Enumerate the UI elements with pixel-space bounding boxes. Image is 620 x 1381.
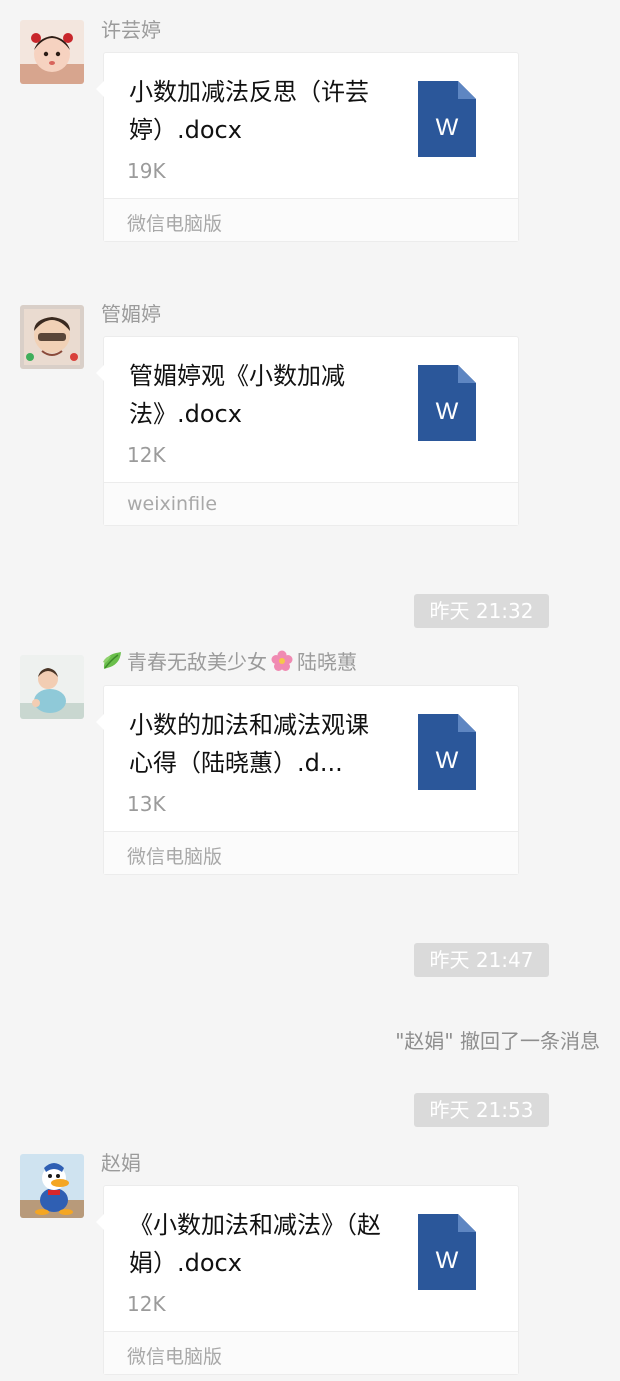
sender-name: 青春无敌美少女 陆晓蕙	[101, 646, 357, 677]
file-size: 12K	[127, 1292, 166, 1316]
recall-notice: "赵娟" 撤回了一条消息	[395, 1029, 600, 1053]
word-doc-icon: W	[418, 1214, 476, 1290]
svg-text:W: W	[436, 114, 459, 141]
flower-emoji-icon	[271, 650, 293, 677]
file-source-label: 微信电脑版	[127, 846, 223, 868]
file-name: 管媚婷观《小数加减法》.docx	[129, 362, 345, 428]
card-footer: weixinfile	[104, 483, 518, 525]
file-name: 小数加减法反思（许芸婷）.docx	[129, 78, 369, 144]
card-footer: 微信电脑版	[104, 1332, 518, 1374]
card-footer: 微信电脑版	[104, 832, 518, 874]
sender-name-part1: 青春无敌美少女	[127, 650, 267, 674]
avatar-xu-yunting[interactable]	[20, 20, 84, 84]
timestamp-badge: 昨天 21:53	[414, 1093, 549, 1127]
avatar-lu-xiaohui[interactable]	[20, 655, 84, 719]
sender-name-part2: 陆晓蕙	[297, 650, 357, 674]
word-doc-icon: W	[418, 714, 476, 790]
file-message-card[interactable]: 管媚婷观《小数加减法》.docx 12K W weixinfile	[96, 336, 519, 526]
sender-name: 赵娟	[101, 1151, 141, 1175]
leaf-emoji-icon	[101, 650, 123, 677]
word-doc-icon: W	[418, 365, 476, 441]
file-message-card[interactable]: 小数的加法和减法观课心得（陆晓蕙）.d... 13K W 微信电脑版	[96, 685, 519, 875]
file-message-card[interactable]: 小数加减法反思（许芸婷）.docx 19K W 微信电脑版	[96, 52, 519, 242]
file-message-card[interactable]: 《小数加法和减法》（赵娟）.docx 12K W 微信电脑版	[96, 1185, 519, 1375]
word-doc-icon: W	[418, 81, 476, 157]
timestamp-badge: 昨天 21:32	[414, 594, 549, 628]
file-name: 小数的加法和减法观课心得（陆晓蕙）.d...	[129, 711, 369, 777]
card-footer: 微信电脑版	[104, 199, 518, 241]
file-size: 19K	[127, 159, 166, 183]
sender-name: 管媚婷	[101, 302, 161, 326]
svg-text:W: W	[436, 398, 459, 425]
timestamp-badge: 昨天 21:47	[414, 943, 549, 977]
avatar-guan-meiting[interactable]	[20, 305, 84, 369]
file-source-label: 微信电脑版	[127, 1346, 223, 1368]
avatar-zhao-juan[interactable]	[20, 1154, 84, 1218]
sender-name: 许芸婷	[101, 18, 161, 42]
file-source-label: 微信电脑版	[127, 213, 223, 235]
file-size: 13K	[127, 792, 166, 816]
file-size: 12K	[127, 443, 166, 467]
file-name: 《小数加法和减法》（赵娟）.docx	[129, 1211, 381, 1277]
svg-text:W: W	[436, 747, 459, 774]
svg-text:W: W	[436, 1247, 459, 1274]
file-source-label: weixinfile	[127, 493, 218, 515]
